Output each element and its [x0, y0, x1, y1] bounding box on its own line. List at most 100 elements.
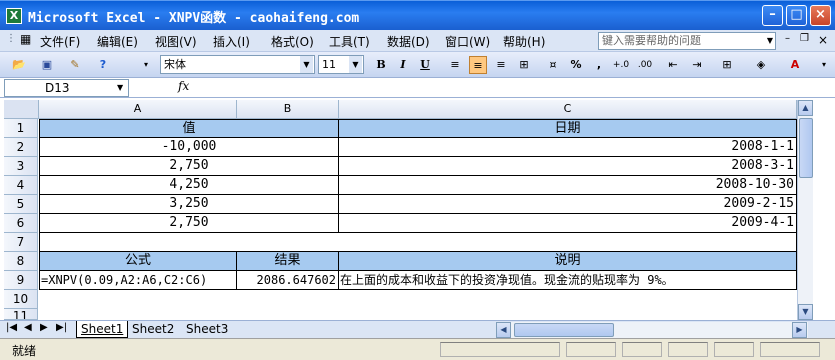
bold-button[interactable]: B	[372, 56, 390, 74]
cell-c9[interactable]: 在上面的成本和收益下的投资净现值。现金流的贴现率为 9%。	[339, 271, 797, 290]
scroll-left-icon[interactable]: ◀	[496, 322, 511, 338]
align-center-icon[interactable]: ≡	[469, 56, 487, 74]
row-header[interactable]: 7	[4, 233, 38, 252]
cell-c1[interactable]: 日期	[339, 119, 797, 138]
font-color-icon[interactable]: A	[786, 56, 804, 74]
row-header[interactable]: 1	[4, 119, 38, 138]
cell-c4[interactable]: 2008-10-30	[339, 176, 797, 195]
toolbar-options-icon[interactable]: ▾	[818, 56, 830, 74]
maximize-button[interactable]: □	[786, 5, 807, 26]
cell-a5[interactable]: 3,250	[39, 195, 339, 214]
chevron-down-icon[interactable]: ▼	[117, 80, 123, 96]
menu-data[interactable]: 数据(D)	[387, 33, 430, 50]
row-header[interactable]: 9	[4, 271, 38, 290]
cell-b9[interactable]: 2086.647602	[237, 271, 339, 290]
last-sheet-icon[interactable]: ▶|	[56, 322, 67, 333]
save-icon[interactable]: ▣	[38, 56, 56, 74]
menu-format[interactable]: 格式(O)	[271, 33, 314, 50]
menu-edit[interactable]: 编辑(E)	[97, 33, 138, 50]
row-header[interactable]: 4	[4, 176, 38, 195]
fill-color-icon[interactable]: ◈	[752, 56, 770, 74]
decrease-decimal-icon[interactable]: .00	[636, 56, 654, 74]
italic-button[interactable]: I	[394, 56, 412, 74]
excel-app-icon[interactable]: X	[6, 8, 22, 24]
row-header[interactable]: 6	[4, 214, 38, 233]
menu-view[interactable]: 视图(V)	[155, 33, 197, 50]
open-icon[interactable]: 📂	[10, 56, 28, 74]
cell-a3[interactable]: 2,750	[39, 157, 339, 176]
help-icon[interactable]: ?	[94, 56, 112, 74]
row-header[interactable]: 11	[4, 309, 38, 320]
format-painter-icon[interactable]: ✎	[66, 56, 84, 74]
scroll-down-icon[interactable]: ▼	[798, 304, 813, 320]
decrease-indent-icon[interactable]: ⇤	[664, 56, 682, 74]
cell-c6[interactable]: 2009-4-1	[339, 214, 797, 233]
increase-indent-icon[interactable]: ⇥	[688, 56, 706, 74]
chevron-down-icon[interactable]: ▼	[767, 33, 773, 49]
horizontal-scroll-thumb[interactable]	[514, 323, 614, 337]
column-header-a[interactable]: A	[39, 100, 237, 119]
sheet-tab-sheet2[interactable]: Sheet2	[128, 321, 178, 338]
cell-a4[interactable]: 4,250	[39, 176, 339, 195]
cell-a2[interactable]: -10,000	[39, 138, 339, 157]
cell-a7[interactable]	[39, 233, 797, 252]
row-header[interactable]: 3	[4, 157, 38, 176]
menu-tools[interactable]: 工具(T)	[329, 33, 370, 50]
align-left-icon[interactable]: ≡	[446, 56, 464, 74]
horizontal-scrollbar[interactable]: ◀ ▶	[496, 322, 808, 338]
chevron-down-icon[interactable]: ▼	[349, 56, 362, 73]
menu-help[interactable]: 帮助(H)	[503, 33, 545, 50]
next-sheet-icon[interactable]: ▶	[40, 322, 48, 333]
percent-button[interactable]: %	[567, 56, 585, 74]
row-header[interactable]: 5	[4, 195, 38, 214]
cell-a8[interactable]: 公式	[39, 252, 237, 271]
window-title: Microsoft Excel - XNPV函数 - caohaifeng.co…	[28, 11, 360, 26]
first-sheet-icon[interactable]: |◀	[6, 322, 17, 333]
cell-a6[interactable]: 2,750	[39, 214, 339, 233]
currency-icon[interactable]: ¤	[544, 56, 562, 74]
cell-a9[interactable]: =XNPV(0.09,A2:A6,C2:C6)	[39, 271, 237, 290]
cell-a1[interactable]: 值	[39, 119, 339, 138]
vertical-scrollbar[interactable]: ▲ ▼	[797, 100, 813, 320]
workbook-icon[interactable]: ▦	[20, 32, 31, 46]
sheet-tab-sheet1[interactable]: Sheet1	[76, 321, 129, 338]
underline-button[interactable]: U	[416, 56, 434, 74]
merge-center-icon[interactable]: ⊞	[515, 56, 533, 74]
doc-close-button[interactable]: ×	[818, 33, 828, 47]
close-button[interactable]: ×	[810, 5, 831, 26]
align-right-icon[interactable]: ≡	[492, 56, 510, 74]
sheet-tab-sheet3[interactable]: Sheet3	[182, 321, 232, 338]
fx-icon[interactable]: fx	[178, 79, 189, 93]
scroll-right-icon[interactable]: ▶	[792, 322, 807, 338]
select-all-corner[interactable]	[4, 100, 39, 119]
help-search-input[interactable]: 键入需要帮助的问题 ▼	[598, 32, 776, 50]
row-header[interactable]: 2	[4, 138, 38, 157]
cell-c2[interactable]: 2008-1-1	[339, 138, 797, 157]
menu-window[interactable]: 窗口(W)	[445, 33, 490, 50]
row-header[interactable]: 10	[4, 290, 38, 309]
menu-file[interactable]: 文件(F)	[40, 33, 80, 50]
scroll-up-icon[interactable]: ▲	[798, 100, 813, 116]
minimize-button[interactable]: –	[762, 5, 783, 26]
cell-c5[interactable]: 2009-2-15	[339, 195, 797, 214]
column-header-b[interactable]: B	[237, 100, 339, 119]
prev-sheet-icon[interactable]: ◀	[24, 322, 32, 333]
column-header-c[interactable]: C	[339, 100, 797, 119]
doc-minimize-button[interactable]: –	[785, 33, 790, 44]
cell-b8[interactable]: 结果	[237, 252, 339, 271]
toolbar-options-icon[interactable]: ▾	[140, 56, 152, 74]
font-name-select[interactable]: 宋体 ▼	[160, 55, 315, 74]
row-header[interactable]: 8	[4, 252, 38, 271]
menu-insert[interactable]: 插入(I)	[213, 33, 250, 50]
doc-restore-button[interactable]: ❐	[800, 33, 809, 44]
chevron-down-icon[interactable]: ▼	[300, 56, 313, 73]
vertical-scroll-thumb[interactable]	[799, 118, 813, 178]
borders-icon[interactable]: ⊞	[718, 56, 736, 74]
formula-input[interactable]	[196, 80, 832, 96]
font-size-select[interactable]: 11 ▼	[318, 55, 364, 74]
name-box[interactable]: D13 ▼	[4, 79, 129, 97]
comma-button[interactable]: ,	[590, 56, 608, 74]
increase-decimal-icon[interactable]: +.0	[612, 56, 630, 74]
cell-c8[interactable]: 说明	[339, 252, 797, 271]
cell-c3[interactable]: 2008-3-1	[339, 157, 797, 176]
